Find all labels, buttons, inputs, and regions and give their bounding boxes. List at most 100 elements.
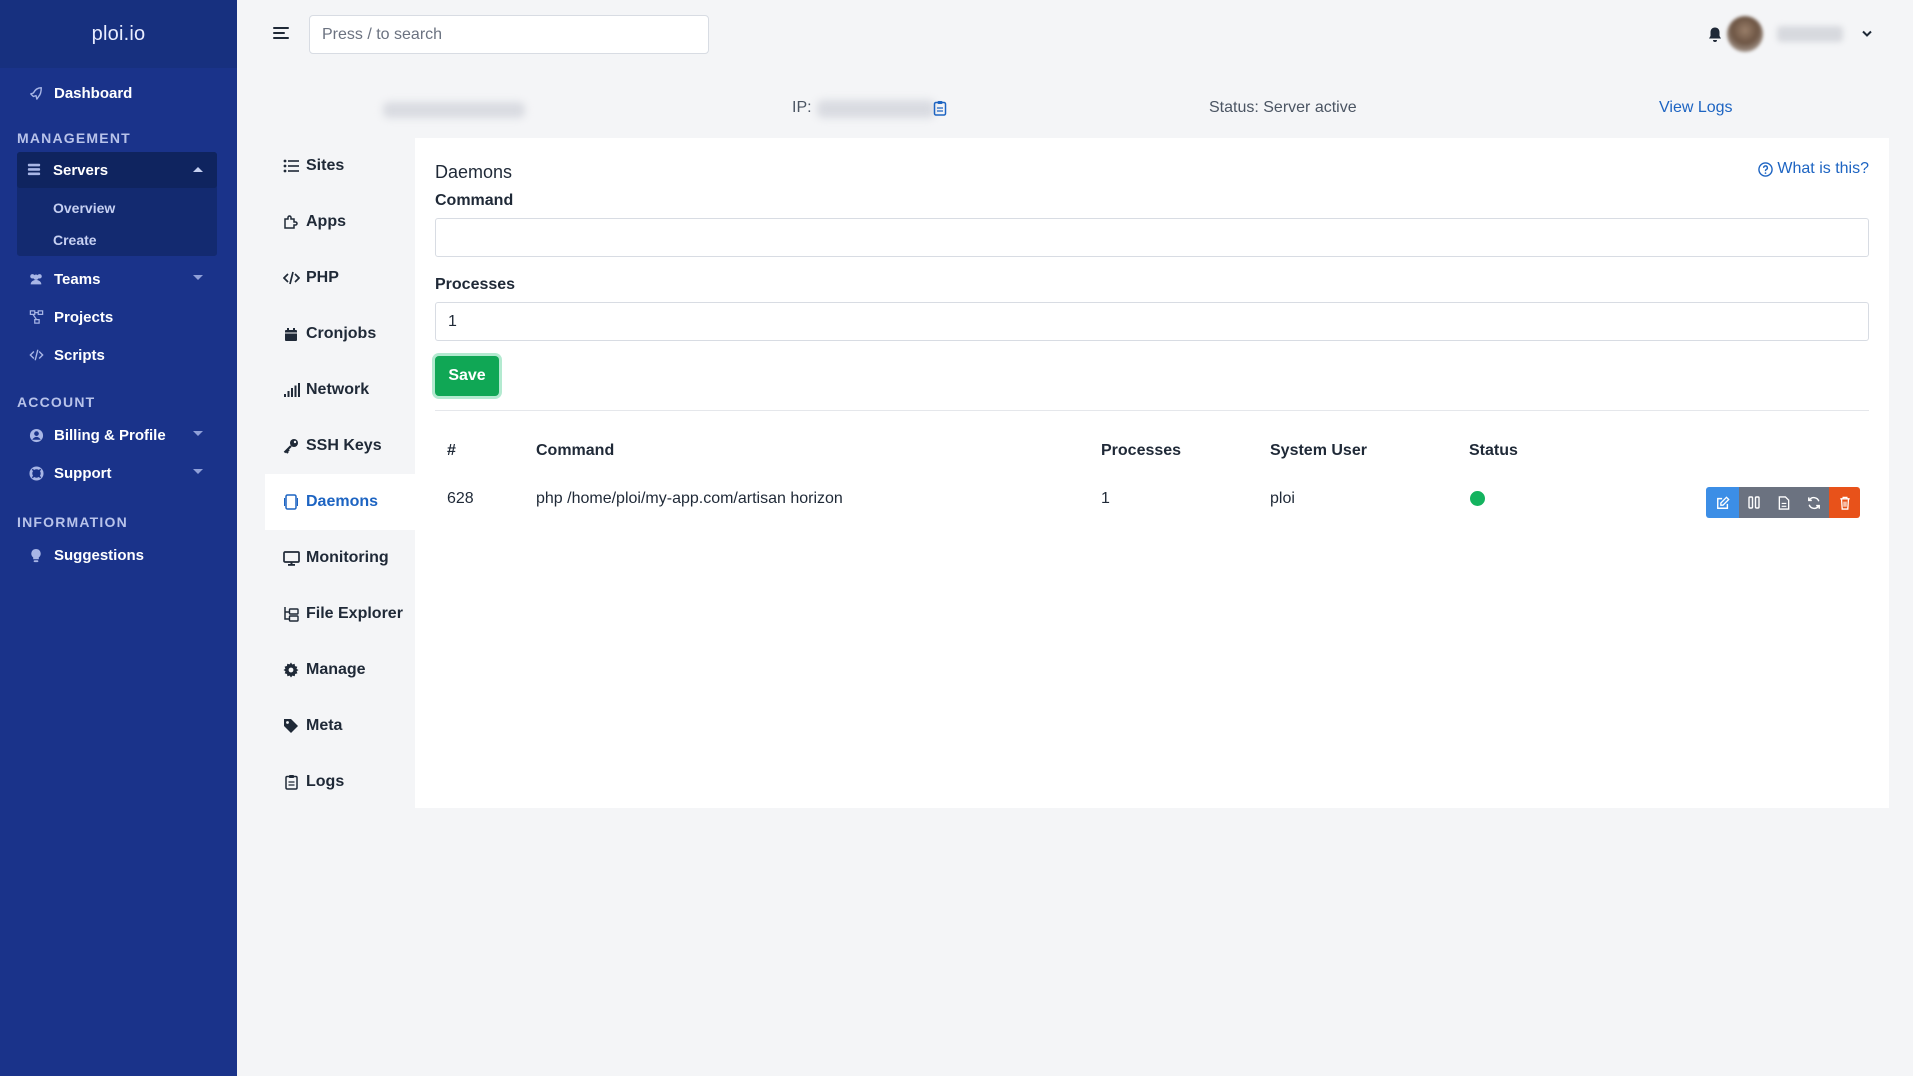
sidebar-item-label: Scripts: [54, 346, 105, 364]
server-nav-label: Daemons: [306, 493, 379, 510]
restart-button[interactable]: [1799, 487, 1829, 518]
refresh-icon: [1808, 496, 1820, 509]
project-diagram-icon: [28, 309, 44, 325]
sidebar-item-label: Teams: [54, 270, 101, 288]
avatar[interactable]: [1727, 16, 1763, 52]
chevron-down-icon: [193, 431, 203, 436]
code-icon: [282, 269, 300, 287]
server-nav-daemons[interactable]: Daemons: [265, 474, 415, 530]
table-header-processes: Processes: [1101, 442, 1182, 459]
sidebar-item-label: Billing & Profile: [54, 426, 166, 444]
sidebar-item-teams[interactable]: Teams: [0, 260, 237, 298]
server-nav-label: PHP: [306, 269, 339, 286]
server-nav-sites[interactable]: Sites: [265, 138, 415, 194]
user-circle-icon: [28, 427, 44, 443]
delete-button[interactable]: [1829, 487, 1860, 518]
server-info-row: IP: Status: Server active View Logs: [237, 68, 1913, 138]
daemon-system-user: ploi: [1270, 490, 1295, 507]
sidebar-item-projects[interactable]: Projects: [0, 298, 237, 336]
command-input[interactable]: [435, 218, 1869, 257]
lightbulb-icon: [28, 547, 44, 563]
server-nav-label: Apps: [306, 213, 346, 230]
edit-button[interactable]: [1706, 487, 1739, 518]
sidebar-item-dashboard[interactable]: Dashboard: [0, 74, 237, 112]
daemon-processes: 1: [1101, 490, 1110, 507]
sidebar-item-scripts[interactable]: Scripts: [0, 336, 237, 374]
key-icon: [282, 437, 300, 455]
server-nav-manage[interactable]: Manage: [265, 642, 415, 698]
brand-logo[interactable]: ploi.io: [0, 0, 237, 68]
divider: [435, 410, 1869, 411]
server-nav-label: SSH Keys: [306, 437, 382, 454]
servers-group: Servers Overview Create: [17, 152, 217, 256]
page-title: Daemons: [435, 162, 513, 182]
trash-icon: [1839, 496, 1850, 510]
sidebar-subitem-create[interactable]: Create: [17, 224, 217, 256]
chevron-down-icon: [193, 469, 203, 474]
view-log-button[interactable]: [1769, 487, 1799, 518]
daemon-command: php /home/ploi/my-app.com/artisan horizo…: [536, 490, 843, 507]
sidebar-item-servers[interactable]: Servers: [17, 152, 217, 188]
server-nav-label: Manage: [306, 661, 366, 678]
sidebar-item-label: Dashboard: [54, 84, 133, 102]
sidebar-item-label: Projects: [54, 308, 114, 326]
server-nav-label: Sites: [306, 157, 345, 174]
server-status: Status: Server active: [1209, 99, 1357, 116]
row-actions: [1706, 487, 1860, 518]
signal-icon: [282, 381, 300, 399]
status-indicator: [1470, 491, 1485, 506]
daemon-id: 628: [447, 490, 474, 507]
menu-toggle-icon[interactable]: [273, 27, 289, 41]
server-nav-ssh-keys[interactable]: SSH Keys: [265, 418, 415, 474]
user-name-redacted[interactable]: [1777, 26, 1843, 42]
ip-label: IP:: [792, 99, 812, 116]
search-input[interactable]: [309, 15, 709, 54]
sidebar-item-suggestions[interactable]: Suggestions: [0, 536, 237, 574]
server-nav-php[interactable]: PHP: [265, 250, 415, 306]
server-stack-icon: [27, 162, 43, 178]
gear-icon: [282, 661, 300, 679]
table-header-status: Status: [1469, 442, 1518, 459]
list-icon: [282, 157, 300, 175]
daemons-panel: Daemons What is this? Command Processes …: [415, 138, 1889, 808]
save-button[interactable]: Save: [435, 356, 499, 396]
bell-icon[interactable]: [1707, 26, 1723, 44]
copy-clipboard-icon[interactable]: [933, 100, 947, 116]
file-icon: [1778, 495, 1790, 510]
table-header-id: #: [447, 442, 456, 459]
pause-button[interactable]: [1739, 487, 1769, 518]
life-ring-icon: [28, 465, 44, 481]
puzzle-icon: [282, 213, 300, 231]
help-link[interactable]: What is this?: [1758, 160, 1869, 178]
server-nav-label: Cronjobs: [306, 325, 377, 342]
server-nav-apps[interactable]: Apps: [265, 194, 415, 250]
processes-input[interactable]: [435, 302, 1869, 341]
view-logs-link[interactable]: View Logs: [1659, 99, 1733, 117]
server-nav-label: Logs: [306, 773, 345, 790]
server-nav-label: File Explorer: [306, 605, 403, 622]
server-nav-network[interactable]: Network: [265, 362, 415, 418]
monitor-icon: [282, 549, 300, 567]
chevron-down-icon[interactable]: [1862, 30, 1872, 37]
folder-tree-icon: [282, 605, 300, 623]
users-icon: [28, 271, 44, 287]
sidebar-item-support[interactable]: Support: [0, 454, 237, 492]
tag-icon: [282, 717, 300, 735]
server-nav: Sites Apps PHP Cronjobs Network SSH Keys…: [265, 138, 415, 810]
sidebar-subitem-overview[interactable]: Overview: [17, 192, 217, 224]
server-nav-cronjobs[interactable]: Cronjobs: [265, 306, 415, 362]
main-sidebar: ploi.io Dashboard MANAGEMENT Servers Ove…: [0, 0, 237, 1076]
rocket-icon: [28, 85, 44, 101]
server-nav-logs[interactable]: Logs: [265, 754, 415, 810]
server-name-redacted: [383, 102, 525, 118]
processes-label: Processes: [435, 276, 516, 293]
server-nav-monitoring[interactable]: Monitoring: [265, 530, 415, 586]
table-header-system-user: System User: [1270, 442, 1367, 459]
server-nav-meta[interactable]: Meta: [265, 698, 415, 754]
section-heading-information: INFORMATION: [17, 514, 128, 530]
edit-icon: [1716, 495, 1730, 509]
help-link-label: What is this?: [1777, 160, 1869, 177]
code-icon: [28, 347, 44, 363]
sidebar-item-billing[interactable]: Billing & Profile: [0, 416, 237, 454]
server-nav-file-explorer[interactable]: File Explorer: [265, 586, 415, 642]
